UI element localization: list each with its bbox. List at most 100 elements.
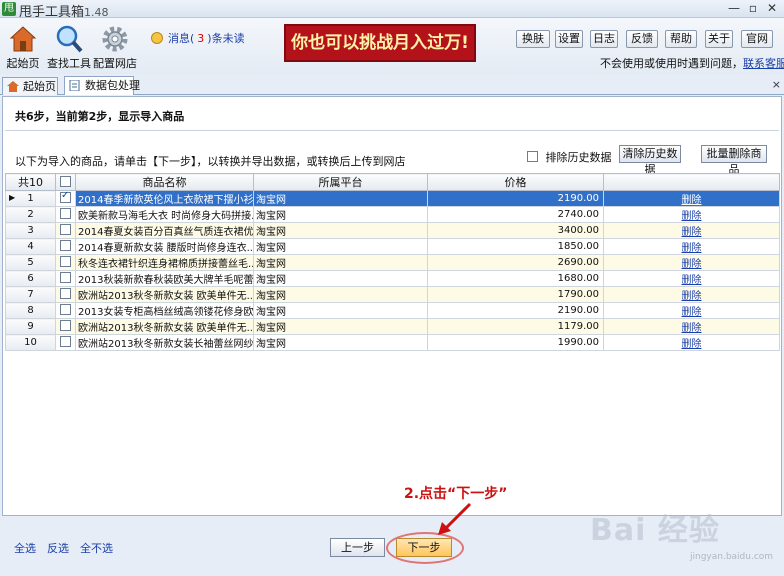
row-checkbox-cell[interactable] [55, 270, 76, 287]
product-platform[interactable]: 淘宝网 [253, 222, 428, 239]
row-checkbox-cell[interactable] [55, 238, 76, 255]
product-price[interactable]: 2690.00 [427, 254, 604, 271]
feedback-button[interactable]: 反馈 [626, 30, 658, 48]
row-checkbox-cell[interactable] [55, 254, 76, 271]
product-name[interactable]: 2014春夏女装百分百真丝气质连衣裙优... [75, 222, 254, 239]
header-checkbox[interactable] [60, 175, 71, 187]
column-header-price[interactable]: 价格 [427, 173, 604, 191]
row-checkbox[interactable] [60, 288, 71, 299]
product-price[interactable]: 2740.00 [427, 206, 604, 223]
table-row[interactable]: 10 欧洲站2013秋冬新款女装长袖蕾丝网纱... 淘宝网 1990.00 删除 [5, 334, 780, 351]
restore-button[interactable]: ▫ [745, 1, 761, 16]
row-checkbox-cell[interactable] [55, 286, 76, 303]
column-header-name[interactable]: 商品名称 [75, 173, 254, 191]
product-price[interactable]: 3400.00 [427, 222, 604, 239]
invert-selection-link[interactable]: 反选 [47, 540, 69, 556]
product-platform[interactable]: 淘宝网 [253, 238, 428, 255]
product-platform[interactable]: 淘宝网 [253, 334, 428, 351]
product-name[interactable]: 欧美新款马海毛大衣 时尚修身大码拼接... [75, 206, 254, 223]
product-name[interactable]: 秋冬连衣裙针织连身裙棉质拼接蕾丝毛... [75, 254, 254, 271]
promo-banner[interactable]: 你也可以挑战月入过万! [284, 24, 476, 62]
select-all-header[interactable] [55, 173, 76, 191]
product-platform[interactable]: 淘宝网 [253, 254, 428, 271]
row-checkbox[interactable] [60, 256, 71, 267]
delete-link[interactable]: 删除 [682, 275, 702, 286]
table-row[interactable]: 8 2013女装专柜高档丝绒高领镂花修身欧... 淘宝网 2190.00 删除 [5, 302, 780, 319]
product-price[interactable]: 1680.00 [427, 270, 604, 287]
delete-link[interactable]: 删除 [682, 307, 702, 318]
delete-link[interactable]: 删除 [682, 211, 702, 222]
product-name[interactable]: 2014春季新款英伦风上衣款裙下摆小衫... [75, 190, 254, 207]
delete-link[interactable]: 删除 [682, 243, 702, 254]
delete-link[interactable]: 删除 [682, 323, 702, 334]
tab-data-package[interactable]: 数据包处理 [64, 76, 140, 95]
product-price[interactable]: 2190.00 [427, 190, 604, 207]
row-checkbox-cell[interactable] [55, 318, 76, 335]
close-button[interactable]: ✕ [764, 1, 780, 16]
product-platform[interactable]: 淘宝网 [253, 318, 428, 335]
product-platform[interactable]: 淘宝网 [253, 286, 428, 303]
product-platform[interactable]: 淘宝网 [253, 190, 428, 207]
select-all-link[interactable]: 全选 [14, 540, 36, 556]
product-price[interactable]: 1179.00 [427, 318, 604, 335]
table-row[interactable]: ▶12014春季新款英伦风上衣款裙下摆小衫...淘宝网2190.00删除 [5, 190, 780, 207]
row-checkbox-cell[interactable] [55, 302, 76, 319]
batch-delete-button[interactable]: 批量删除商品 [701, 145, 767, 176]
row-checkbox[interactable] [60, 208, 71, 219]
contact-support-link[interactable]: 联系客服 [743, 57, 784, 70]
table-row[interactable]: 5 秋冬连衣裙针织连身裙棉质拼接蕾丝毛... 淘宝网 2690.00 删除 [5, 254, 780, 271]
settings-button[interactable]: 设置 [555, 30, 583, 48]
table-row[interactable]: 7 欧洲站2013秋冬新款女装 欧美单件无... 淘宝网 1790.00 删除 [5, 286, 780, 303]
row-checkbox-cell[interactable] [55, 206, 76, 223]
product-name[interactable]: 欧洲站2013秋冬新款女装 欧美单件无... [75, 318, 254, 335]
row-checkbox[interactable] [60, 304, 71, 315]
skin-button[interactable]: 换肤 [516, 30, 550, 48]
product-name[interactable]: 欧洲站2013秋冬新款女装 欧美单件无... [75, 286, 254, 303]
product-name[interactable]: 2013秋装新款春秋装欧美大牌羊毛呢蕾... [75, 270, 254, 287]
table-row[interactable]: 4 2014春夏新款女装 腰版时尚修身连衣... 淘宝网 1850.00 删除 [5, 238, 780, 255]
product-price[interactable]: 1850.00 [427, 238, 604, 255]
table-row[interactable]: 9 欧洲站2013秋冬新款女装 欧美单件无... 淘宝网 1179.00 删除 [5, 318, 780, 335]
row-checkbox[interactable] [60, 336, 71, 347]
minimize-button[interactable]: — [726, 1, 742, 16]
row-checkbox[interactable] [60, 224, 71, 235]
tab-close-icon[interactable]: × [772, 78, 781, 91]
delete-link[interactable]: 删除 [682, 259, 702, 270]
prev-step-button[interactable]: 上一步 [330, 538, 385, 557]
table-row[interactable]: 3 2014春夏女装百分百真丝气质连衣裙优... 淘宝网 3400.00 删除 [5, 222, 780, 239]
product-price[interactable]: 1790.00 [427, 286, 604, 303]
row-checkbox-cell[interactable] [55, 334, 76, 351]
row-checkbox[interactable] [60, 320, 71, 331]
row-checkbox[interactable] [60, 272, 71, 283]
checkbox-icon[interactable] [527, 151, 538, 162]
official-site-button[interactable]: 官网 [741, 30, 773, 48]
about-button[interactable]: 关于 [705, 30, 733, 48]
delete-link[interactable]: 删除 [682, 339, 702, 350]
product-price[interactable]: 2190.00 [427, 302, 604, 319]
message-link[interactable]: 消息(3)条未读 [150, 30, 245, 46]
product-price[interactable]: 1990.00 [427, 334, 604, 351]
clear-history-button[interactable]: 清除历史数据 [619, 145, 681, 176]
help-button[interactable]: 帮助 [665, 30, 697, 48]
table-row[interactable]: 6 2013秋装新款春秋装欧美大牌羊毛呢蕾... 淘宝网 1680.00 删除 [5, 270, 780, 287]
product-name[interactable]: 2014春夏新款女装 腰版时尚修身连衣... [75, 238, 254, 255]
product-name[interactable]: 2013女装专柜高档丝绒高领镂花修身欧... [75, 302, 254, 319]
product-platform[interactable]: 淘宝网 [253, 206, 428, 223]
product-name[interactable]: 欧洲站2013秋冬新款女装长袖蕾丝网纱... [75, 334, 254, 351]
exclude-history-checkbox[interactable]: 排除历史数据 [527, 149, 612, 165]
delete-link[interactable]: 删除 [682, 227, 702, 238]
column-header-platform[interactable]: 所属平台 [253, 173, 428, 191]
config-shop-button[interactable]: 配置网店 [92, 22, 138, 72]
row-checkbox-cell[interactable] [55, 190, 76, 207]
product-platform[interactable]: 淘宝网 [253, 302, 428, 319]
table-row[interactable]: 2 欧美新款马海毛大衣 时尚修身大码拼接... 淘宝网 2740.00 删除 [5, 206, 780, 223]
product-platform[interactable]: 淘宝网 [253, 270, 428, 287]
row-checkbox[interactable] [60, 192, 71, 203]
delete-link[interactable]: 删除 [682, 291, 702, 302]
log-button[interactable]: 日志 [590, 30, 618, 48]
tab-home[interactable]: 起始页 [2, 77, 58, 95]
next-step-button[interactable]: 下一步 [396, 538, 452, 557]
select-none-link[interactable]: 全不选 [80, 540, 113, 556]
delete-link[interactable]: 删除 [682, 195, 702, 206]
row-checkbox[interactable] [60, 240, 71, 251]
